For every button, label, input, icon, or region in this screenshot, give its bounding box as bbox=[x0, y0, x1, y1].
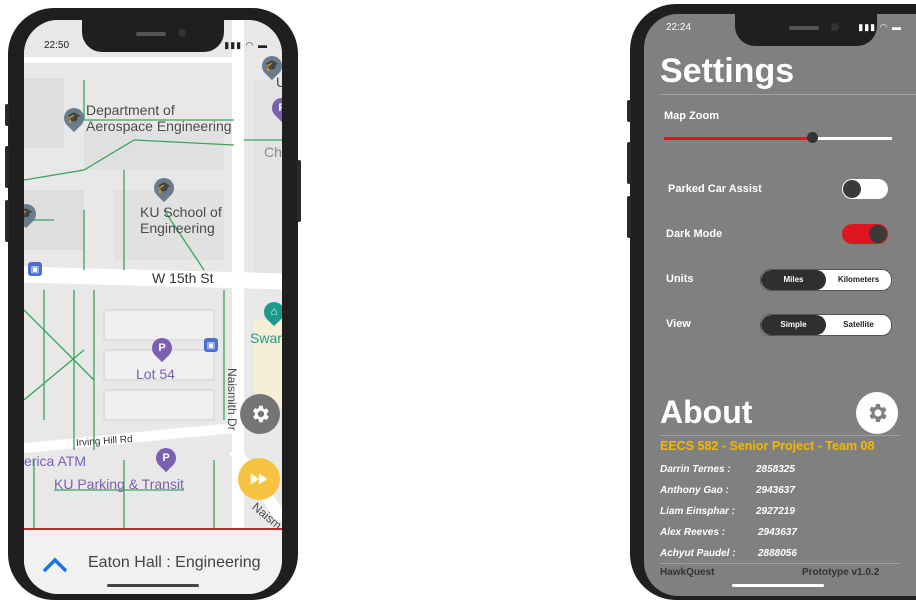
parked-car-assist-label: Parked Car Assist bbox=[668, 183, 762, 195]
settings-button[interactable] bbox=[240, 394, 280, 434]
member-name: Liam Einsphar : bbox=[660, 506, 736, 517]
view-segmented-control[interactable]: Simple Satellite bbox=[760, 314, 892, 336]
destination-title: Eaton Hall : Engineering bbox=[88, 554, 261, 571]
map-label-atm: erica ATM bbox=[24, 453, 86, 469]
map-label-15th-street: W 15th St bbox=[152, 270, 214, 286]
gear-icon bbox=[869, 404, 887, 422]
status-time: 22:50 bbox=[44, 40, 70, 51]
member-id: 2888056 bbox=[758, 548, 797, 559]
home-indicator bbox=[107, 584, 199, 587]
parking-pin-icon[interactable]: P bbox=[147, 333, 177, 363]
map-label-u: U bbox=[276, 74, 282, 90]
right-phone: 22:24 ▮▮▮ ◠ ▬ Settings Map Zoom Parked C… bbox=[627, 4, 916, 600]
units-segmented-control[interactable]: Miles Kilometers bbox=[760, 269, 892, 291]
member-name: Achyut Paudel : bbox=[660, 548, 736, 559]
units-option-miles[interactable]: Miles bbox=[761, 270, 826, 290]
view-option-satellite[interactable]: Satellite bbox=[826, 315, 891, 335]
member-name: Darrin Ternes : bbox=[660, 464, 731, 475]
map-label-aerospace: Department of Aerospace Engineering bbox=[86, 102, 232, 134]
about-subtitle: EECS 582 - Senior Project - Team 08 bbox=[660, 439, 875, 453]
map-view[interactable]: Department of Aerospace Engineering KU S… bbox=[24, 20, 282, 532]
about-title: About bbox=[660, 394, 753, 430]
about-divider bbox=[660, 435, 900, 436]
map-label-ku-school: KU School of Engineering bbox=[140, 204, 222, 236]
dark-mode-toggle[interactable] bbox=[842, 224, 888, 244]
member-name: Alex Reeves : bbox=[660, 527, 726, 538]
slider-thumb[interactable] bbox=[807, 132, 819, 143]
bus-stop-icon[interactable]: ▣ bbox=[28, 262, 42, 276]
parking-pin-icon[interactable]: P bbox=[151, 443, 181, 473]
bus-stop-icon[interactable]: ▣ bbox=[204, 338, 218, 352]
toggle-knob bbox=[843, 180, 861, 198]
map-zoom-slider[interactable] bbox=[664, 132, 892, 144]
map-label-swarthout: Swartl bbox=[250, 330, 282, 346]
status-icons: ▮▮▮ ◠ ▬ bbox=[858, 22, 902, 32]
slider-fill bbox=[664, 137, 813, 140]
dark-mode-label: Dark Mode bbox=[666, 228, 723, 240]
university-pin-icon[interactable]: 🎓 bbox=[149, 173, 179, 203]
map-screen: 22:50 ▮▮▮ ◠ ▬ Department of Aerospace En… bbox=[24, 20, 282, 594]
settings-title: Settings bbox=[660, 52, 795, 90]
title-divider bbox=[660, 94, 916, 95]
map-label-cha: Cha bbox=[264, 144, 282, 160]
home-indicator bbox=[732, 584, 824, 587]
map-zoom-label: Map Zoom bbox=[664, 110, 719, 122]
fast-forward-button[interactable] bbox=[238, 458, 280, 500]
university-pin-icon[interactable]: 🎓 bbox=[257, 51, 282, 81]
member-id: 2943637 bbox=[758, 527, 797, 538]
parked-car-assist-toggle[interactable] bbox=[842, 179, 888, 199]
status-icons: ▮▮▮ ◠ ▬ bbox=[224, 40, 268, 50]
settings-gear-button[interactable] bbox=[856, 392, 898, 434]
app-name: HawkQuest bbox=[660, 567, 715, 578]
settings-screen: 22:24 ▮▮▮ ◠ ▬ Settings Map Zoom Parked C… bbox=[644, 14, 916, 596]
view-label: View bbox=[666, 318, 691, 330]
app-version: Prototype v1.0.2 bbox=[802, 567, 880, 578]
footer-divider bbox=[660, 563, 900, 564]
left-phone: 22:50 ▮▮▮ ◠ ▬ Department of Aerospace En… bbox=[5, 8, 301, 600]
museum-pin-icon[interactable]: ⌂ bbox=[259, 297, 282, 327]
gear-icon bbox=[253, 405, 269, 423]
member-id: 2927219 bbox=[756, 506, 795, 517]
map-label-lot54: Lot 54 bbox=[136, 366, 175, 382]
map-label-naismith: Naismith Dr bbox=[225, 368, 239, 431]
map-label-parking: KU Parking & Transit bbox=[54, 476, 184, 492]
member-name: Anthony Gao : bbox=[660, 485, 729, 496]
chevron-up-icon[interactable] bbox=[42, 556, 68, 572]
notch bbox=[735, 14, 877, 46]
fast-forward-icon bbox=[250, 473, 268, 485]
status-time: 22:24 bbox=[666, 22, 692, 33]
units-label: Units bbox=[666, 273, 694, 285]
view-option-simple[interactable]: Simple bbox=[761, 315, 826, 335]
toggle-knob bbox=[869, 225, 887, 243]
university-pin-icon[interactable]: 🎓 bbox=[59, 103, 89, 133]
member-id: 2858325 bbox=[756, 464, 795, 475]
member-id: 2943637 bbox=[756, 485, 795, 496]
notch bbox=[82, 20, 224, 52]
units-option-kilometers[interactable]: Kilometers bbox=[826, 270, 891, 290]
